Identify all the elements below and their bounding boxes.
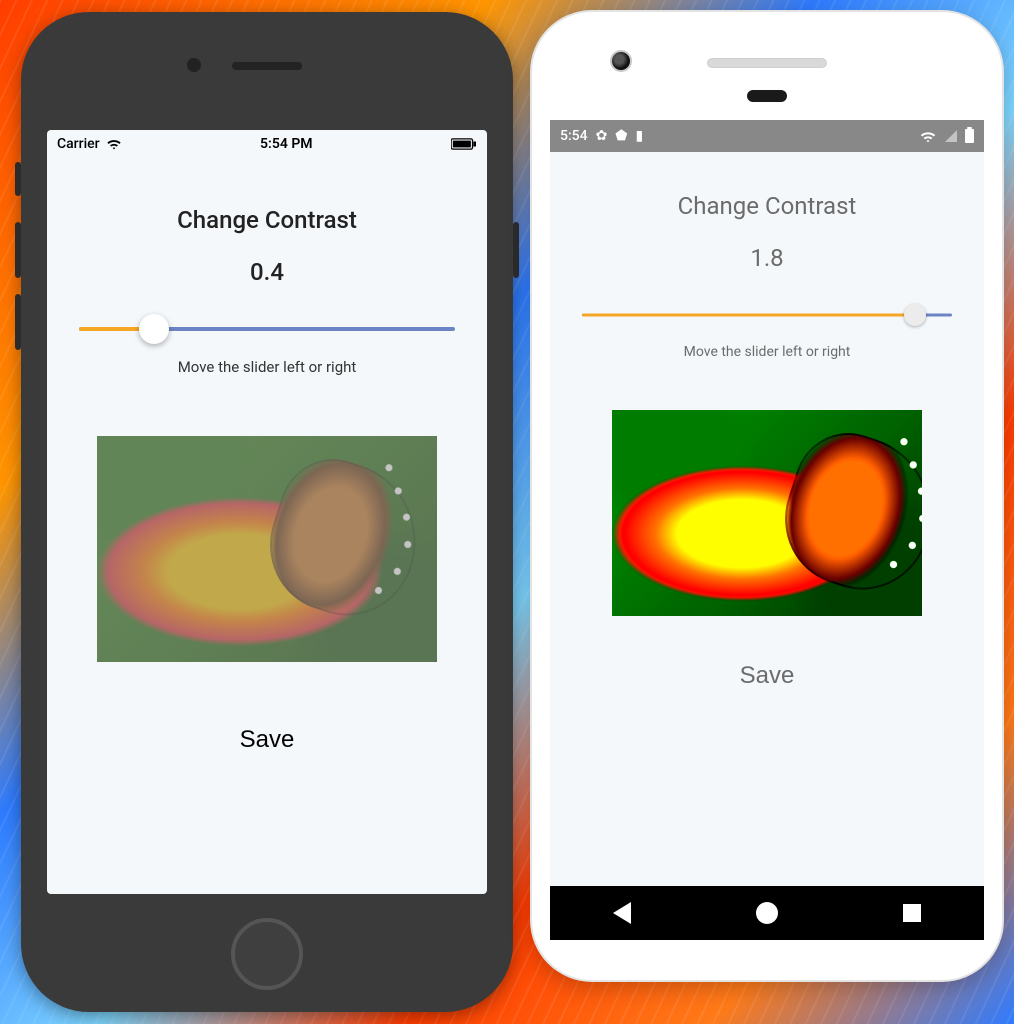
- front-camera-icon: [187, 58, 201, 72]
- preview-image: [612, 410, 922, 616]
- save-button[interactable]: Save: [240, 726, 295, 754]
- contrast-value: 1.8: [568, 244, 966, 272]
- carrier-label: Carrier: [57, 136, 100, 152]
- slider-thumb[interactable]: [139, 314, 169, 344]
- contrast-app: Change Contrast 0.4 Move the slider left…: [47, 158, 487, 754]
- status-time: 5:54: [560, 128, 588, 144]
- ios-status-bar: Carrier 5:54 PM: [47, 130, 487, 158]
- wifi-icon: [106, 138, 122, 150]
- ios-screen: Carrier 5:54 PM Change Contrast 0.4: [47, 130, 487, 894]
- earpiece-speaker: [232, 62, 302, 70]
- nav-home-button[interactable]: [756, 902, 778, 924]
- android-nav-bar: [550, 886, 984, 940]
- save-button[interactable]: Save: [740, 662, 795, 690]
- iphone-device-frame: Carrier 5:54 PM Change Contrast 0.4: [21, 12, 513, 1012]
- preview-image: [97, 436, 437, 662]
- volume-down-btn[interactable]: [15, 294, 21, 350]
- shield-icon: ⬟: [615, 128, 627, 144]
- mute-switch[interactable]: [15, 162, 21, 196]
- battery-icon: [965, 129, 974, 143]
- battery-icon: [451, 138, 477, 150]
- nav-back-button[interactable]: [613, 902, 631, 924]
- contrast-slider[interactable]: [79, 314, 455, 344]
- android-screen: 5:54 ✿ ⬟ ▮ Change Contrast 1.8: [550, 120, 984, 940]
- wifi-icon: [919, 130, 937, 143]
- slider-hint: Move the slider left or right: [568, 344, 966, 360]
- earpiece-speaker: [707, 58, 827, 68]
- contrast-slider[interactable]: [582, 300, 952, 330]
- slider-thumb[interactable]: [904, 304, 926, 326]
- slider-track-active: [582, 314, 915, 317]
- pixel-device-frame: 5:54 ✿ ⬟ ▮ Change Contrast 1.8: [532, 12, 1002, 980]
- page-title: Change Contrast: [65, 206, 469, 234]
- slider-hint: Move the slider left or right: [65, 358, 469, 376]
- android-status-bar: 5:54 ✿ ⬟ ▮: [550, 120, 984, 152]
- status-time: 5:54 PM: [260, 136, 313, 152]
- signal-icon: [945, 130, 957, 142]
- volume-up-btn[interactable]: [15, 222, 21, 278]
- front-camera-icon: [610, 50, 632, 72]
- nav-recent-button[interactable]: [903, 904, 921, 922]
- gear-icon: ✿: [596, 128, 608, 144]
- home-button[interactable]: [231, 918, 303, 990]
- page-title: Change Contrast: [568, 192, 966, 220]
- sd-card-icon: ▮: [635, 128, 643, 144]
- contrast-app: Change Contrast 1.8 Move the slider left…: [550, 152, 984, 690]
- sensor-pill: [747, 90, 787, 102]
- contrast-value: 0.4: [65, 258, 469, 286]
- power-btn[interactable]: [513, 222, 519, 278]
